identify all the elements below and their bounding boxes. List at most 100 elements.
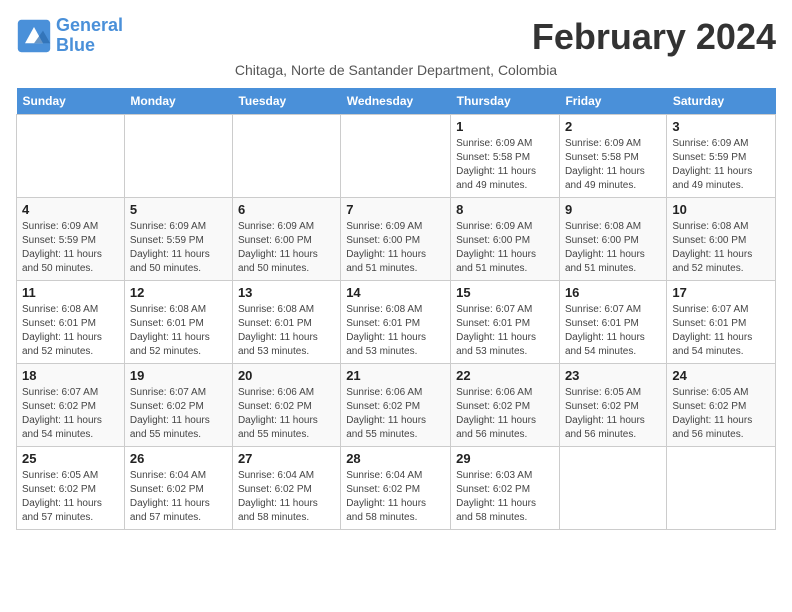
day-number: 1 [456, 119, 554, 134]
day-info: Sunrise: 6:07 AM Sunset: 6:01 PM Dayligh… [672, 303, 770, 359]
weekday-header-wednesday: Wednesday [341, 88, 451, 115]
calendar-cell: 19Sunrise: 6:07 AM Sunset: 6:02 PM Dayli… [124, 364, 232, 447]
weekday-header-saturday: Saturday [667, 88, 776, 115]
title-block: February 2024 [532, 16, 776, 58]
calendar-cell [559, 447, 666, 530]
page-title: February 2024 [532, 16, 776, 58]
calendar-cell: 13Sunrise: 6:08 AM Sunset: 6:01 PM Dayli… [232, 281, 340, 364]
calendar-cell: 23 Sunrise: 6:05 AM Sunset: 6:02 PM Dayli… [559, 364, 666, 447]
calendar-cell: 10 Sunrise: 6:08 AM Sunset: 6:00 PM Dayli… [667, 198, 776, 281]
day-number: 17 [672, 285, 770, 300]
page-header: General Blue February 2024 [16, 16, 776, 58]
day-number: 8 [456, 202, 554, 217]
day-info: Sunrise: 6:04 AM Sunset: 6:02 PM Dayligh… [130, 469, 227, 525]
day-number: 6 [238, 202, 335, 217]
calendar-cell [17, 115, 125, 198]
day-info: Sunrise: 6:09 AM Sunset: 5:58 PM Dayligh… [456, 137, 554, 193]
calendar-cell [232, 115, 340, 198]
day-info: Sunrise: 6:07 AM Sunset: 6:01 PM Dayligh… [565, 303, 661, 359]
day-info: Sunrise: 6:06 AM Sunset: 6:02 PM Dayligh… [346, 386, 445, 442]
calendar-cell: 18 Sunrise: 6:07 AM Sunset: 6:02 PM Dayli… [17, 364, 125, 447]
day-info: Sunrise: 6:09 AM Sunset: 6:00 PM Dayligh… [456, 220, 554, 276]
weekday-header-sunday: Sunday [17, 88, 125, 115]
day-info: Sunrise: 6:08 AM Sunset: 6:00 PM Dayligh… [565, 220, 661, 276]
calendar-cell: 29Sunrise: 6:03 AM Sunset: 6:02 PM Dayli… [451, 447, 560, 530]
day-info: Sunrise: 6:08 AM Sunset: 6:00 PM Dayligh… [672, 220, 770, 276]
calendar-cell [124, 115, 232, 198]
day-number: 20 [238, 368, 335, 383]
day-number: 4 [22, 202, 119, 217]
calendar-cell [667, 447, 776, 530]
day-info: Sunrise: 6:05 AM Sunset: 6:02 PM Dayligh… [565, 386, 661, 442]
day-number: 11 [22, 285, 119, 300]
day-number: 12 [130, 285, 227, 300]
day-number: 29 [456, 451, 554, 466]
day-number: 2 [565, 119, 661, 134]
day-info: Sunrise: 6:09 AM Sunset: 5:58 PM Dayligh… [565, 137, 661, 193]
day-number: 23 [565, 368, 661, 383]
calendar-cell: 2 Sunrise: 6:09 AM Sunset: 5:58 PM Daylig… [559, 115, 666, 198]
day-info: Sunrise: 6:09 AM Sunset: 6:00 PM Dayligh… [238, 220, 335, 276]
day-info: Sunrise: 6:04 AM Sunset: 6:02 PM Dayligh… [346, 469, 445, 525]
day-number: 18 [22, 368, 119, 383]
calendar-cell: 22 Sunrise: 6:06 AM Sunset: 6:02 PM Dayli… [451, 364, 560, 447]
day-number: 9 [565, 202, 661, 217]
day-info: Sunrise: 6:05 AM Sunset: 6:02 PM Dayligh… [672, 386, 770, 442]
logo-line2: Blue [56, 35, 95, 55]
week-row-3: 11 Sunrise: 6:08 AM Sunset: 6:01 PM Dayli… [17, 281, 776, 364]
calendar-cell: 20 Sunrise: 6:06 AM Sunset: 6:02 PM Dayli… [232, 364, 340, 447]
logo-icon [16, 18, 52, 54]
weekday-header-tuesday: Tuesday [232, 88, 340, 115]
day-number: 24 [672, 368, 770, 383]
day-number: 7 [346, 202, 445, 217]
week-row-5: 25Sunrise: 6:05 AM Sunset: 6:02 PM Dayli… [17, 447, 776, 530]
day-info: Sunrise: 6:08 AM Sunset: 6:01 PM Dayligh… [238, 303, 335, 359]
day-number: 3 [672, 119, 770, 134]
calendar-cell: 15 Sunrise: 6:07 AM Sunset: 6:01 PM Dayli… [451, 281, 560, 364]
day-info: Sunrise: 6:08 AM Sunset: 6:01 PM Dayligh… [22, 303, 119, 359]
day-info: Sunrise: 6:04 AM Sunset: 6:02 PM Dayligh… [238, 469, 335, 525]
day-info: Sunrise: 6:06 AM Sunset: 6:02 PM Dayligh… [238, 386, 335, 442]
day-info: Sunrise: 6:07 AM Sunset: 6:01 PM Dayligh… [456, 303, 554, 359]
weekday-header-row: SundayMondayTuesdayWednesdayThursdayFrid… [17, 88, 776, 115]
day-info: Sunrise: 6:09 AM Sunset: 5:59 PM Dayligh… [672, 137, 770, 193]
weekday-header-friday: Friday [559, 88, 666, 115]
week-row-4: 18 Sunrise: 6:07 AM Sunset: 6:02 PM Dayli… [17, 364, 776, 447]
calendar-cell: 25Sunrise: 6:05 AM Sunset: 6:02 PM Dayli… [17, 447, 125, 530]
calendar-cell [341, 115, 451, 198]
day-number: 10 [672, 202, 770, 217]
day-number: 14 [346, 285, 445, 300]
day-number: 26 [130, 451, 227, 466]
page-subtitle: Chitaga, Norte de Santander Department, … [16, 62, 776, 78]
day-info: Sunrise: 6:09 AM Sunset: 5:59 PM Dayligh… [130, 220, 227, 276]
day-info: Sunrise: 6:06 AM Sunset: 6:02 PM Dayligh… [456, 386, 554, 442]
calendar-cell: 3 Sunrise: 6:09 AM Sunset: 5:59 PM Daylig… [667, 115, 776, 198]
calendar-cell: 28 Sunrise: 6:04 AM Sunset: 6:02 PM Dayli… [341, 447, 451, 530]
day-number: 28 [346, 451, 445, 466]
calendar-cell: 17 Sunrise: 6:07 AM Sunset: 6:01 PM Dayli… [667, 281, 776, 364]
day-number: 27 [238, 451, 335, 466]
calendar-cell: 14 Sunrise: 6:08 AM Sunset: 6:01 PM Dayli… [341, 281, 451, 364]
calendar-cell: 12Sunrise: 6:08 AM Sunset: 6:01 PM Dayli… [124, 281, 232, 364]
day-info: Sunrise: 6:08 AM Sunset: 6:01 PM Dayligh… [346, 303, 445, 359]
calendar-cell: 21Sunrise: 6:06 AM Sunset: 6:02 PM Dayli… [341, 364, 451, 447]
day-number: 25 [22, 451, 119, 466]
calendar-cell: 26 Sunrise: 6:04 AM Sunset: 6:02 PM Dayli… [124, 447, 232, 530]
day-info: Sunrise: 6:09 AM Sunset: 6:00 PM Dayligh… [346, 220, 445, 276]
weekday-header-monday: Monday [124, 88, 232, 115]
day-info: Sunrise: 6:07 AM Sunset: 6:02 PM Dayligh… [130, 386, 227, 442]
day-number: 16 [565, 285, 661, 300]
calendar-cell: 16 Sunrise: 6:07 AM Sunset: 6:01 PM Dayli… [559, 281, 666, 364]
day-number: 15 [456, 285, 554, 300]
calendar-cell: 9 Sunrise: 6:08 AM Sunset: 6:00 PM Daylig… [559, 198, 666, 281]
calendar-cell: 5 Sunrise: 6:09 AM Sunset: 5:59 PM Daylig… [124, 198, 232, 281]
calendar-cell: 8 Sunrise: 6:09 AM Sunset: 6:00 PM Daylig… [451, 198, 560, 281]
logo-line1: General [56, 15, 123, 35]
day-info: Sunrise: 6:07 AM Sunset: 6:02 PM Dayligh… [22, 386, 119, 442]
logo: General Blue [16, 16, 123, 56]
calendar-cell: 6 Sunrise: 6:09 AM Sunset: 6:00 PM Daylig… [232, 198, 340, 281]
day-number: 22 [456, 368, 554, 383]
day-number: 5 [130, 202, 227, 217]
calendar-table: SundayMondayTuesdayWednesdayThursdayFrid… [16, 88, 776, 530]
day-info: Sunrise: 6:09 AM Sunset: 5:59 PM Dayligh… [22, 220, 119, 276]
